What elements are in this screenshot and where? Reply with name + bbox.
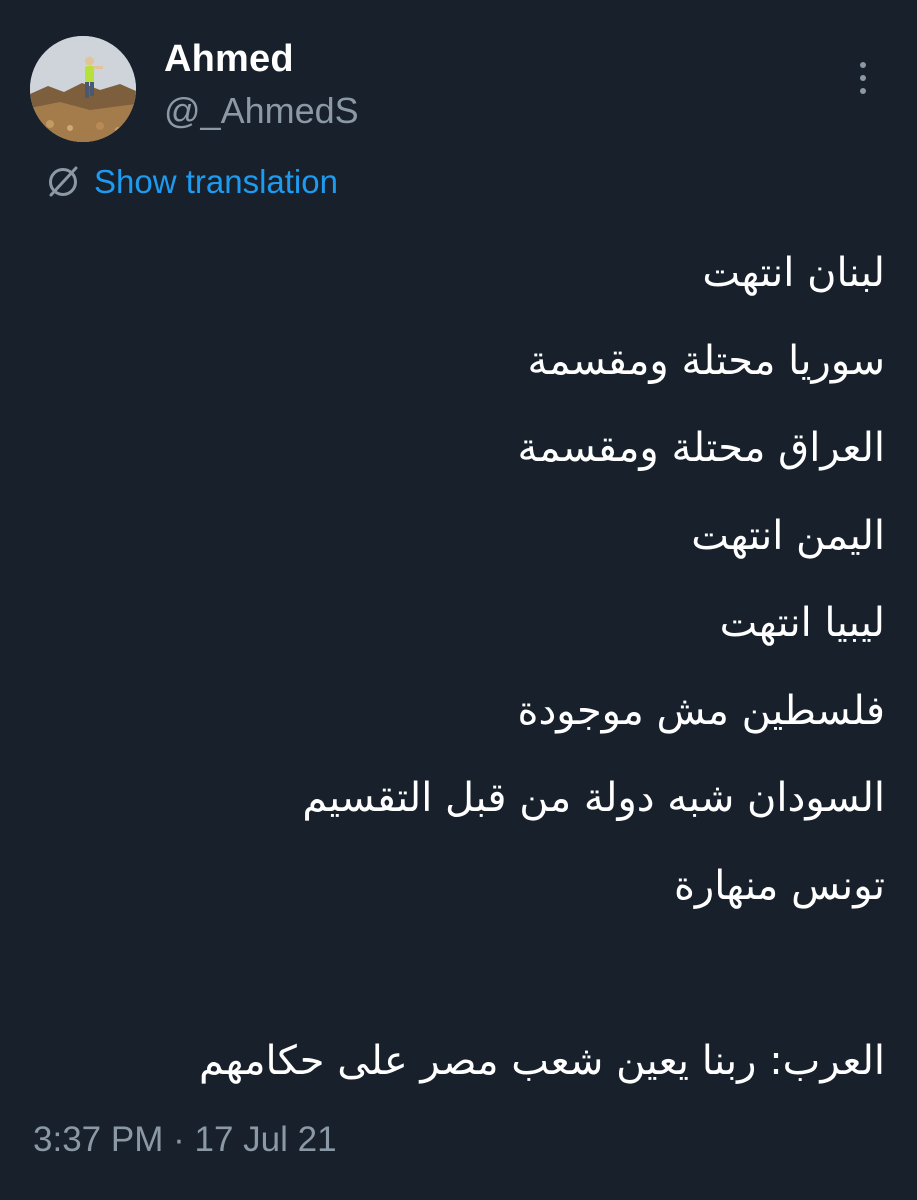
translate-globe-icon (49, 166, 78, 197)
avatar-photo-icon (30, 36, 136, 142)
tweet-text: لبنان انتهت سوريا محتلة ومقسمة العراق مح… (30, 240, 885, 1116)
more-options-button[interactable] (848, 56, 878, 100)
author-display-name[interactable]: Ahmed (164, 38, 294, 81)
ellipsis-dot (860, 75, 866, 81)
tweet-line-break (30, 940, 885, 1028)
author-handle[interactable]: @_AhmedS (164, 90, 359, 132)
tweet-final-line: العرب: ربنا يعين شعب مصر على حكامهم (199, 1038, 885, 1084)
tweet-line: تونس منهارة (673, 862, 885, 909)
show-translation-label: Show translation (94, 163, 338, 200)
tweet-date: 17 Jul 21 (194, 1120, 337, 1159)
tweet-line: سوريا محتلة ومقسمة (527, 337, 885, 384)
ellipsis-vertical-icon (860, 62, 866, 68)
tweet-line: اليمن انتهت (691, 512, 885, 559)
tweet-line: لبنان انتهت (702, 250, 885, 296)
tweet-line: ليبيا انتهت (719, 600, 885, 646)
show-translation-button[interactable]: Show translation (44, 160, 338, 204)
tweet-line: السودان شبه دولة من قبل التقسيم (302, 775, 885, 821)
timestamp-separator: · (173, 1120, 185, 1159)
author-avatar[interactable] (30, 36, 136, 142)
tweet-card: Ahmed @_AhmedS Show translation لبنان ان… (0, 0, 917, 1200)
tweet-line: فلسطين مش موجودة (517, 687, 885, 734)
tweet-timestamp[interactable]: 3:37 PM · 17 Jul 21 (33, 1120, 337, 1160)
ellipsis-dot (860, 88, 866, 94)
tweet-line: العراق محتلة ومقسمة (517, 425, 885, 471)
tweet-time: 3:37 PM (33, 1120, 164, 1159)
